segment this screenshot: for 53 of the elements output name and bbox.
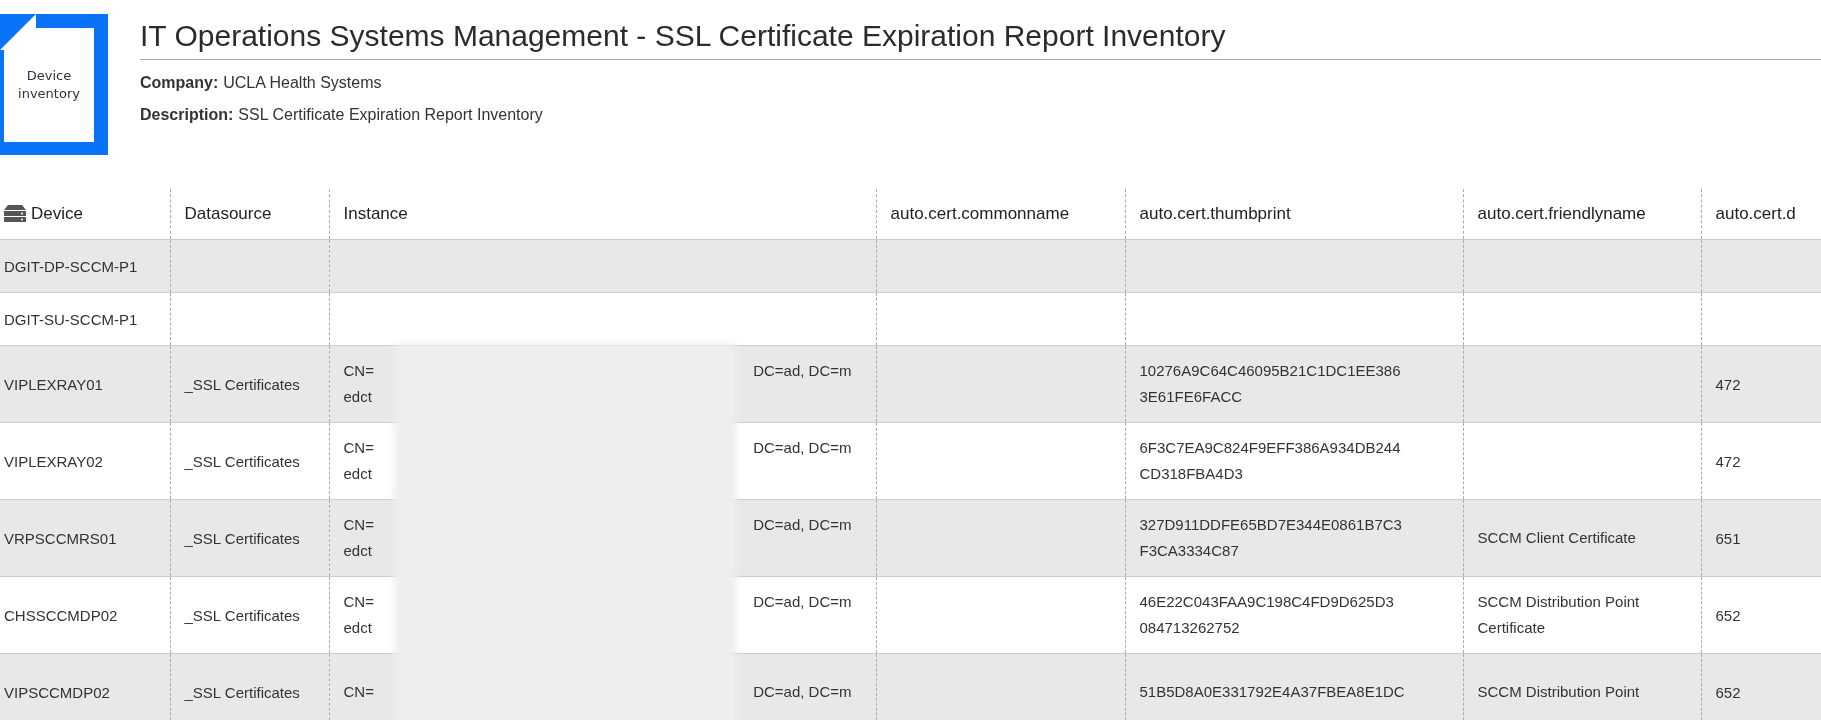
table-cell: _SSL Certificates <box>184 529 300 547</box>
column-header[interactable]: auto.cert.friendlyname <box>1477 204 1646 224</box>
column-header[interactable]: Datasource <box>184 204 272 224</box>
table-cell-text: 327D911DDFE65BD7E344E0861B7C3 F3CA3334C87 <box>1139 515 1402 561</box>
table-cell-text: 6F3C7EA9C824F9EFF386A934DB244 CD318FBA4D3 <box>1139 438 1401 484</box>
table-cell: 652 <box>1715 606 1741 624</box>
table-cell: VIPSCCMDP02 <box>4 683 110 701</box>
table-cell: _SSL Certificates <box>184 375 300 393</box>
meta-value: UCLA Health Systems <box>223 74 382 92</box>
table-cell-text: CN= <box>343 592 374 612</box>
table-cell: 652 <box>1715 683 1741 701</box>
meta-label: Company: <box>140 74 219 92</box>
meta-label: Description: <box>140 106 234 124</box>
table-cell: 472 <box>1715 452 1741 470</box>
column-header[interactable]: auto.cert.d <box>1715 204 1796 224</box>
column-header[interactable]: Device <box>31 204 83 224</box>
meta-value: SSL Certificate Expiration Report Inventory <box>238 106 543 124</box>
table-cell: CHSSCCMDP02 <box>4 606 118 624</box>
table-cell-text: SCCM Distribution Point Certificate <box>1477 592 1640 638</box>
table-cell-text: 51B5D8A0E331792E4A37FBEA8E1DC <box>1139 682 1405 702</box>
table-cell: _SSL Certificates <box>184 683 300 701</box>
column-header[interactable]: Instance <box>343 204 408 224</box>
table-cell-text: SCCM Distribution Point <box>1477 682 1640 702</box>
table-cell-text: DC=ad, DC=m <box>753 592 852 612</box>
table-cell-text: edct <box>343 387 372 407</box>
column-header[interactable]: auto.cert.commonname <box>890 204 1070 224</box>
table-cell-text: edct <box>343 464 372 484</box>
table-cell: 651 <box>1715 529 1741 547</box>
table-cell: VIPLEXRAY01 <box>4 375 103 393</box>
report-title: IT Operations Systems Management - SSL Certificate Expiration Report Inventory <box>140 19 1821 60</box>
table-cell: _SSL Certificates <box>184 452 300 470</box>
table-cell-text: edct <box>343 618 372 638</box>
table-cell-text: CN= <box>343 361 374 381</box>
table-cell-text: CN= <box>343 438 374 458</box>
server-icon <box>4 205 26 223</box>
table-cell-text: SCCM Client Certificate <box>1477 528 1636 548</box>
table-cell: DGIT-SU-SCCM-P1 <box>4 310 138 328</box>
table-cell: _SSL Certificates <box>184 606 300 624</box>
table-cell-text: DC=ad, DC=m <box>753 682 852 702</box>
table-cell: 472 <box>1715 375 1741 393</box>
table-cell: DGIT-DP-SCCM-P1 <box>4 257 138 275</box>
table-cell-text: 10276A9C64C46095B21C1DC1EE386 3E61FE6FACC <box>1139 361 1401 407</box>
table-cell-text: DC=ad, DC=m <box>753 438 852 458</box>
column-header[interactable]: auto.cert.thumbprint <box>1139 204 1291 224</box>
table-cell: VIPLEXRAY02 <box>4 452 103 470</box>
table-cell: VRPSCCMRS01 <box>4 529 117 547</box>
table-cell-text: 46E22C043FAA9C198C4FD9D625D3 084713262752 <box>1139 592 1394 638</box>
table-cell-text: CN= <box>343 515 374 535</box>
logo-label: Device inventory <box>17 67 81 103</box>
table-cell-text: edct <box>343 541 372 561</box>
table-cell-text: DC=ad, DC=m <box>753 361 852 381</box>
table-cell-text: CN= <box>343 682 374 702</box>
table-cell-text: DC=ad, DC=m <box>753 515 852 535</box>
